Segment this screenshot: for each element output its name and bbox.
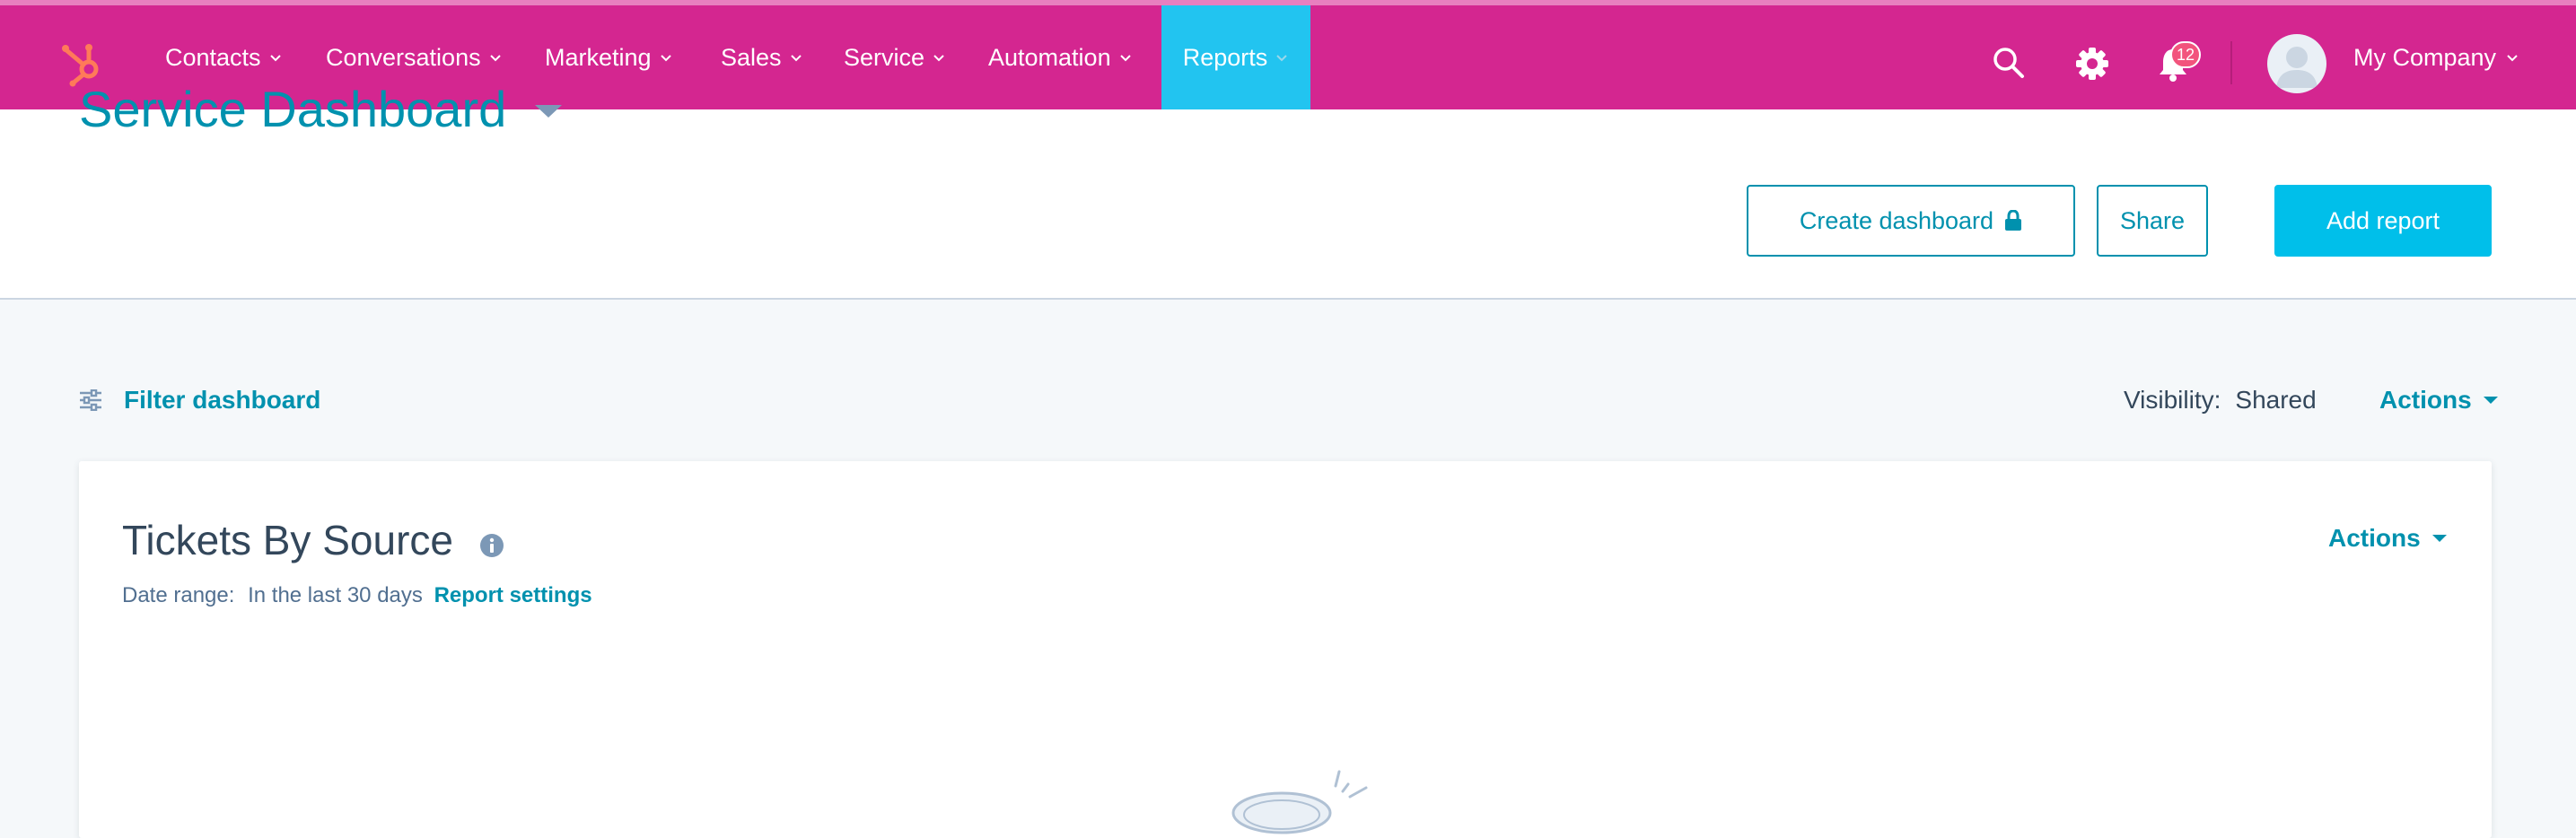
chevron-down-icon: [790, 55, 802, 62]
report-settings-link[interactable]: Report settings: [434, 583, 592, 607]
add-report-label: Add report: [2326, 206, 2440, 234]
share-label: Share: [2119, 206, 2186, 234]
report-actions-dropdown[interactable]: Actions: [2328, 520, 2448, 556]
report-actions-label: Actions: [2328, 524, 2421, 552]
sliders-icon: [80, 389, 101, 411]
nav-item-label: Sales: [721, 43, 782, 71]
visibility-status: Visibility: Shared: [2124, 380, 2317, 420]
nav-item-marketing[interactable]: Marketing: [545, 5, 673, 109]
nav-item-label: Conversations: [326, 43, 481, 71]
nav-item-sales[interactable]: Sales: [721, 5, 803, 109]
nav-item-label: Reports: [1182, 43, 1268, 71]
nav-item-label: Contacts: [165, 43, 261, 71]
dashboard-switcher-caret-icon[interactable]: [533, 102, 564, 120]
chevron-down-icon: [1276, 55, 1287, 62]
avatar[interactable]: [2267, 34, 2326, 93]
chevron-down-icon: [660, 55, 671, 62]
chevron-down-icon: [2507, 55, 2518, 62]
info-icon[interactable]: [479, 533, 504, 558]
lock-icon: [2005, 210, 2022, 231]
report-date-range: Date range: In the last 30 days Report s…: [122, 583, 592, 608]
report-title: Tickets By Source: [122, 517, 453, 563]
account-menu[interactable]: My Company: [2353, 5, 2519, 109]
date-range-label: Date range:: [122, 583, 235, 607]
search-icon[interactable]: [1993, 47, 2025, 79]
empty-state-illustration-icon: [1231, 770, 1368, 834]
gear-icon[interactable]: [2075, 47, 2109, 81]
nav-item-service[interactable]: Service: [844, 5, 946, 109]
avatar-icon: [2276, 47, 2318, 88]
account-name: My Company: [2353, 43, 2497, 71]
nav-item-label: Marketing: [545, 43, 652, 71]
notification-badge: 12: [2170, 41, 2201, 68]
nav-divider: [2230, 41, 2232, 84]
add-report-button[interactable]: Add report: [2274, 185, 2492, 257]
dashboard-actions-label: Actions: [2379, 386, 2472, 414]
create-dashboard-label: Create dashboard: [1799, 206, 1994, 234]
nav-item-label: Automation: [988, 43, 1111, 71]
chevron-down-icon: [1119, 55, 1131, 62]
page-title[interactable]: Service Dashboard: [79, 79, 506, 140]
nav-item-automation[interactable]: Automation: [988, 5, 1133, 109]
visibility-value: Shared: [2235, 386, 2317, 414]
chevron-down-icon: [489, 55, 501, 62]
create-dashboard-button[interactable]: Create dashboard: [1747, 185, 2075, 257]
share-button[interactable]: Share: [2097, 185, 2208, 257]
filter-dashboard-label: Filter dashboard: [124, 386, 321, 414]
filter-dashboard-button[interactable]: Filter dashboard: [79, 380, 320, 420]
dashboard-actions-dropdown[interactable]: Actions: [2379, 380, 2499, 420]
chevron-down-icon: [933, 55, 944, 62]
report-card: Tickets By Source Date range: In the las…: [79, 461, 2492, 838]
chevron-down-icon: [269, 55, 281, 62]
date-range-value: In the last 30 days: [248, 583, 423, 607]
visibility-label: Visibility:: [2124, 386, 2221, 414]
caret-down-icon: [2483, 397, 2498, 404]
caret-down-icon: [2431, 535, 2447, 542]
nav-item-label: Service: [844, 43, 925, 71]
nav-item-reports[interactable]: Reports: [1161, 5, 1310, 109]
